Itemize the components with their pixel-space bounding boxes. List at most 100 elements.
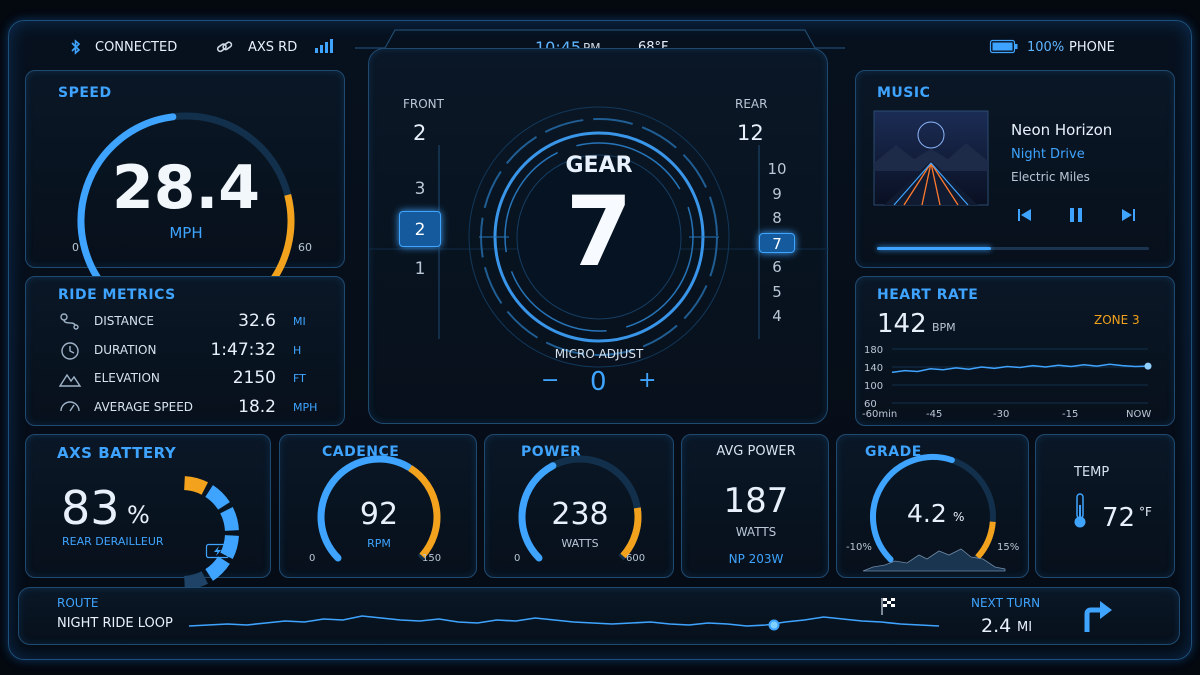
normalized-power: NP 203W xyxy=(728,552,784,566)
metric-unit: H xyxy=(293,343,302,357)
route-position-marker xyxy=(768,619,780,631)
axs-battery-segment xyxy=(220,507,239,532)
music-title: MUSIC xyxy=(877,85,931,101)
next-track-icon[interactable] xyxy=(1121,209,1135,221)
power-panel: POWER 238 WATTS 0 600 xyxy=(484,434,674,578)
hr-series-line xyxy=(891,363,1149,374)
heart-rate-chart: 18014010060-60min -45 -30 -15 NOW xyxy=(862,345,1152,420)
phone-battery-label: PHONE xyxy=(1069,40,1115,55)
power-unit: WATTS xyxy=(561,537,599,550)
axs-battery-segment xyxy=(183,476,208,495)
axs-battery-gauge xyxy=(183,476,239,590)
power-max: 600 xyxy=(626,553,646,564)
avg-power-panel: AVG POWER 187 WATTS NP 203W xyxy=(681,434,829,578)
axs-battery-segment xyxy=(205,556,230,581)
connection-status: CONNECTED xyxy=(95,40,178,55)
power-min: 0 xyxy=(514,553,521,564)
bluetooth-icon[interactable] xyxy=(70,39,82,55)
hr-x-tick: -60min xyxy=(862,409,897,420)
clock-icon xyxy=(61,342,79,360)
hr-x-tick: -15 xyxy=(1062,409,1078,420)
micro-adjust-value: 0 xyxy=(590,367,607,397)
grade-unit: % xyxy=(953,510,965,524)
distance-icon xyxy=(60,313,79,330)
album-name: Night Drive xyxy=(1011,147,1085,162)
cadence-value: 92 xyxy=(359,497,399,532)
pause-icon[interactable] xyxy=(1069,208,1083,222)
metric-unit: MPH xyxy=(293,400,318,414)
music-progress-fill xyxy=(877,247,992,250)
music-progress-track[interactable] xyxy=(877,247,1149,250)
metric-value: 2150 xyxy=(232,368,276,388)
speed-max: 60 xyxy=(298,241,312,254)
speed-value: 28.4 xyxy=(111,153,261,223)
hr-y-tick: 140 xyxy=(864,363,883,374)
temp-panel: TEMP 72 °F xyxy=(1035,434,1175,578)
speed-unit: MPH xyxy=(169,224,203,242)
micro-plus-button[interactable]: + xyxy=(638,368,656,393)
hr-x-tick: NOW xyxy=(1126,409,1151,420)
metric-unit: MI xyxy=(293,315,306,328)
metric-label: AVERAGE SPEED xyxy=(94,399,194,414)
cadence-panel: CADENCE 92 RPM 0 150 xyxy=(279,434,477,578)
ride-metrics-panel: RIDE METRICS DISTANCE 32.6 MI DURATION 1:47:… xyxy=(25,276,345,426)
metric-unit: FT xyxy=(293,372,306,385)
gear-label: GEAR xyxy=(565,153,633,178)
micro-adjust-label: MICRO ADJUST xyxy=(554,347,644,361)
mountain-icon xyxy=(58,373,82,387)
next-turn-label: NEXT TURN xyxy=(971,596,1041,610)
hr-y-tick: 180 xyxy=(864,345,883,356)
power-value: 238 xyxy=(551,497,609,532)
next-turn-distance: 2.4 xyxy=(981,615,1012,637)
finish-flag-icon xyxy=(881,598,895,615)
metric-label: ELEVATION xyxy=(94,371,160,385)
phone-battery-level: 100% xyxy=(1027,40,1065,55)
link-icon[interactable] xyxy=(216,39,234,55)
music-panel: MUSIC Neon Horizon Night Drive Electric … xyxy=(855,70,1175,268)
previous-track-icon[interactable] xyxy=(1018,209,1032,221)
axs-battery-panel: AXS BATTERY 83 % REAR DERAILLEUR xyxy=(25,434,271,590)
track-title: Neon Horizon xyxy=(1011,121,1113,139)
speed-panel: SPEED 28.4 MPH 0 60 xyxy=(25,70,345,299)
grade-panel: GRADE 4.2 % -10% 15% xyxy=(836,434,1029,578)
speed-min: 0 xyxy=(72,241,79,254)
cadence-max: 150 xyxy=(422,553,442,564)
hr-current-point xyxy=(1144,362,1152,370)
hr-x-tick: -45 xyxy=(926,409,942,420)
avg-power-value: 187 xyxy=(723,481,789,521)
metric-label: DURATION xyxy=(94,342,157,357)
battery-icon xyxy=(989,39,1018,54)
album-art[interactable] xyxy=(873,110,989,206)
elevation-profile xyxy=(862,548,1006,572)
heart-rate-panel: HEART RATE 142 BPM ZONE 3 180 140 100 60 -60… xyxy=(855,276,1175,426)
metric-value: 1:47:32 xyxy=(210,339,276,360)
artist-name: Electric Miles xyxy=(1011,170,1090,184)
route-bar: ROUTE NIGHT RIDE LOOP NEXT TURN 2.4 MI xyxy=(18,587,1180,645)
metrics-title: RIDE METRICS xyxy=(58,287,176,303)
hr-x-tick: -30 xyxy=(993,409,1009,420)
turn-right-arrow-icon xyxy=(1084,601,1112,632)
next-turn-unit: MI xyxy=(1017,620,1033,635)
signal-icon xyxy=(315,39,333,53)
hr-y-tick: 100 xyxy=(864,381,883,392)
grade-max: 15% xyxy=(997,542,1020,553)
temp-value: 72 xyxy=(1102,503,1136,533)
gear-value: 7 xyxy=(565,176,633,288)
axs-battery-segment xyxy=(183,571,208,590)
temp-title: TEMP xyxy=(1074,465,1110,480)
metric-value: 18.2 xyxy=(238,396,276,417)
avg-power-unit: WATTS xyxy=(735,525,777,539)
route-path xyxy=(188,615,940,627)
avg-power-title: AVG POWER xyxy=(716,444,796,459)
charging-icon xyxy=(205,543,232,559)
micro-minus-button[interactable]: − xyxy=(541,368,559,393)
thermometer-icon xyxy=(1074,493,1086,528)
metric-value: 32.6 xyxy=(238,311,276,331)
grade-min: -10% xyxy=(846,542,872,553)
cadence-unit: RPM xyxy=(367,537,391,550)
temp-unit: °F xyxy=(1139,505,1152,519)
axs-battery-segment xyxy=(205,485,230,510)
cadence-min: 0 xyxy=(309,553,316,564)
drivetrain-status: AXS RD xyxy=(248,40,298,55)
grade-value: 4.2 xyxy=(907,499,947,528)
